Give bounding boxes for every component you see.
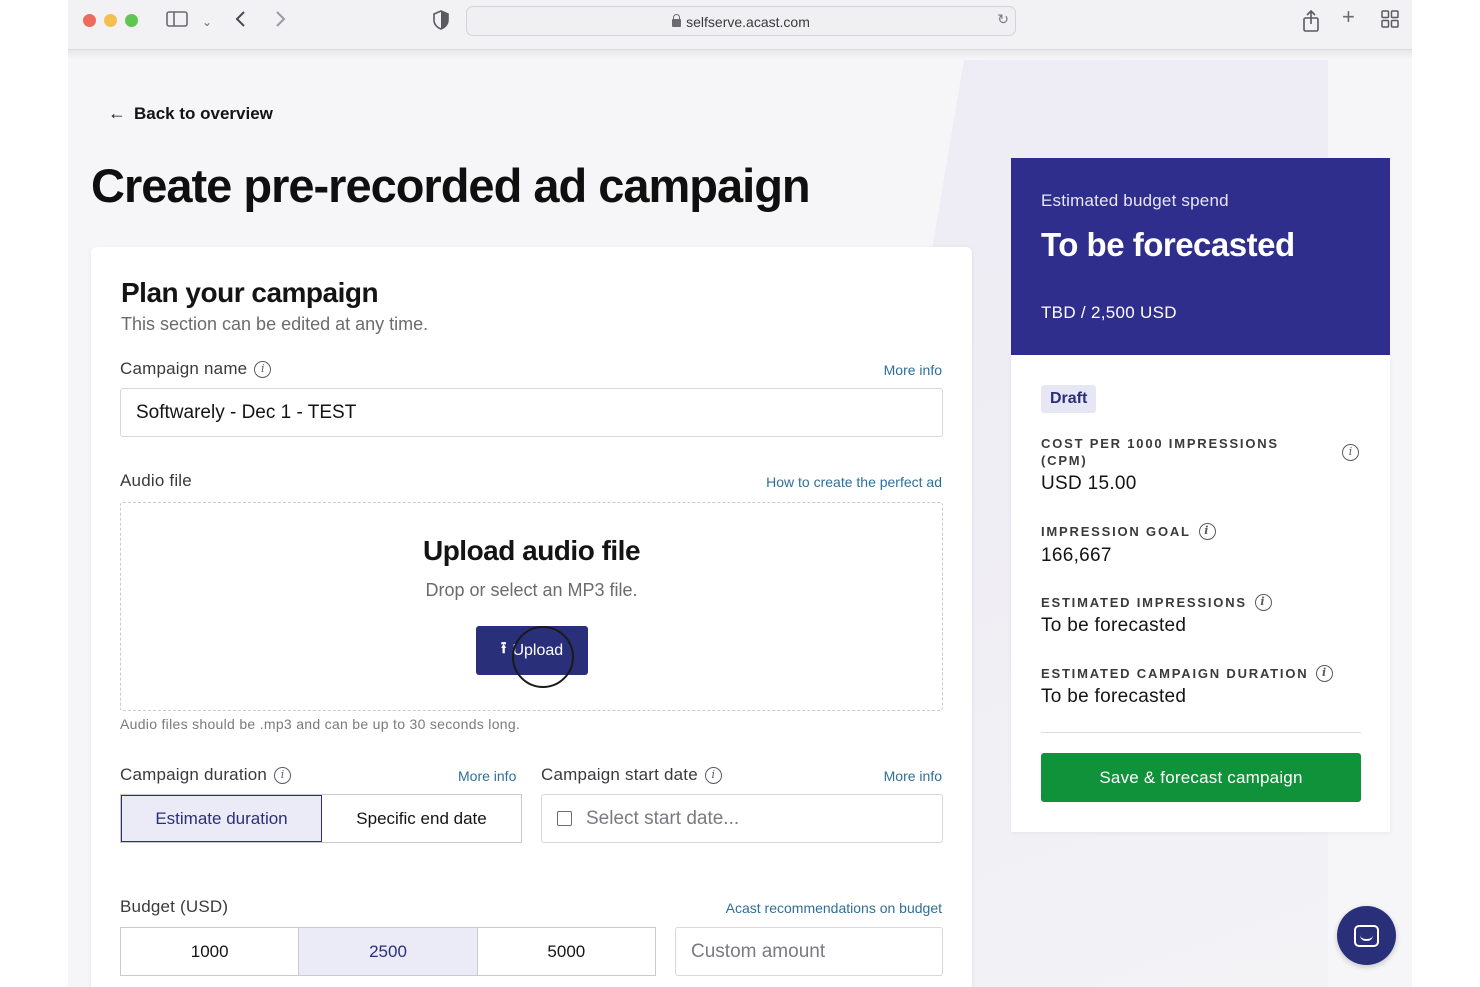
plan-campaign-card: Plan your campaign This section can be e… bbox=[91, 247, 972, 987]
upload-subtitle: Drop or select an MP3 file. bbox=[425, 580, 638, 600]
browser-window: ⌄ selfserve.acast.com ↻ + ← Back to over… bbox=[68, 0, 1412, 987]
budget-option-2500[interactable]: 2500 bbox=[299, 928, 478, 975]
estimated-duration-value: To be forecasted bbox=[1041, 686, 1187, 707]
start-date-label-text: Campaign start date bbox=[541, 765, 698, 784]
upload-icon: ⭱ bbox=[500, 640, 507, 657]
campaign-name-label-text: Campaign name bbox=[120, 359, 248, 378]
divider bbox=[1041, 732, 1361, 733]
upload-title: Upload audio file bbox=[422, 535, 641, 566]
budget-toggle: 1000 2500 5000 bbox=[120, 927, 656, 976]
impression-goal-label: IMPRESSION GOAL i bbox=[1041, 523, 1216, 540]
new-tab-icon[interactable]: + bbox=[1342, 6, 1355, 28]
audio-file-label-text: Audio file bbox=[120, 471, 192, 490]
status-badge: Draft bbox=[1041, 385, 1097, 413]
campaign-name-more-info-link[interactable]: More info bbox=[884, 362, 942, 378]
section-subtitle: This section can be edited at any time. bbox=[121, 314, 429, 334]
budget-label: Budget (USD) bbox=[120, 897, 228, 917]
estimated-duration-label: ESTIMATED CAMPAIGN DURATION i bbox=[1041, 665, 1334, 682]
back-to-overview-link[interactable]: ← Back to overview bbox=[108, 103, 273, 124]
impression-goal-label-text: IMPRESSION GOAL bbox=[1041, 524, 1191, 539]
info-icon[interactable]: i bbox=[704, 766, 722, 784]
start-date-picker[interactable]: Select start date... bbox=[541, 794, 943, 843]
lock-icon bbox=[672, 14, 682, 27]
chat-support-button[interactable] bbox=[1337, 906, 1396, 965]
custom-amount-placeholder: Custom amount bbox=[691, 941, 826, 962]
budget-option-5000[interactable]: 5000 bbox=[477, 928, 655, 975]
start-date-more-info-link[interactable]: More info bbox=[884, 768, 942, 784]
forward-icon[interactable] bbox=[273, 10, 287, 32]
estimated-impressions-label: ESTIMATED IMPRESSIONS i bbox=[1041, 594, 1272, 611]
audio-file-label: Audio file bbox=[120, 471, 192, 491]
page-title: Create pre-recorded ad campaign bbox=[91, 159, 811, 212]
impression-goal-value: 166,667 bbox=[1041, 545, 1112, 566]
back-link-label: Back to overview bbox=[134, 103, 273, 123]
upload-button-label: Upload bbox=[512, 641, 564, 659]
budget-spend-headline: To be forecasted bbox=[1041, 226, 1295, 263]
info-icon[interactable]: i bbox=[1342, 444, 1359, 461]
url-text: selfserve.acast.com bbox=[686, 14, 810, 30]
info-icon[interactable]: i bbox=[274, 766, 292, 784]
start-date-label: Campaign start date i bbox=[541, 765, 722, 785]
duration-toggle: Estimate duration Specific end date bbox=[120, 794, 522, 843]
estimated-impressions-label-text: ESTIMATED IMPRESSIONS bbox=[1041, 595, 1247, 610]
save-forecast-button[interactable]: Save & forecast campaign bbox=[1041, 753, 1361, 802]
address-bar[interactable]: selfserve.acast.com ↻ bbox=[466, 6, 1016, 36]
back-icon[interactable] bbox=[234, 10, 248, 32]
budget-option-1000[interactable]: 1000 bbox=[121, 928, 300, 975]
campaign-duration-label: Campaign duration i bbox=[120, 765, 292, 785]
budget-recommendations-link[interactable]: Acast recommendations on budget bbox=[726, 900, 942, 916]
audio-dropzone[interactable]: Upload audio file Drop or select an MP3 … bbox=[120, 502, 943, 711]
audio-hint: Audio files should be .mp3 and can be up… bbox=[120, 716, 521, 732]
shield-icon[interactable] bbox=[432, 10, 450, 34]
campaign-name-input[interactable]: Softwarely - Dec 1 - TEST bbox=[120, 388, 943, 437]
start-date-placeholder: Select start date... bbox=[586, 808, 740, 829]
budget-label-text: Budget (USD) bbox=[120, 897, 229, 916]
campaign-summary-panel: Draft COST PER 1000 IMPRESSIONS (CPM) i … bbox=[1011, 355, 1390, 832]
estimated-impressions-value: To be forecasted bbox=[1041, 615, 1187, 636]
close-window-button[interactable] bbox=[83, 14, 96, 27]
custom-amount-input[interactable]: Custom amount bbox=[675, 927, 943, 976]
budget-summary-header: Estimated budget spend To be forecasted … bbox=[1011, 158, 1390, 355]
sidebar-icon[interactable] bbox=[166, 10, 188, 32]
info-icon[interactable]: i bbox=[1254, 594, 1272, 611]
perfect-ad-link[interactable]: How to create the perfect ad bbox=[766, 474, 942, 490]
cpm-label: COST PER 1000 IMPRESSIONS (CPM) bbox=[1041, 436, 1279, 468]
duration-more-info-link[interactable]: More info bbox=[458, 768, 516, 784]
reload-icon[interactable]: ↻ bbox=[997, 11, 1009, 28]
info-icon[interactable]: i bbox=[254, 360, 272, 378]
calendar-icon bbox=[557, 811, 572, 826]
share-icon[interactable] bbox=[1302, 9, 1320, 36]
arrow-left-icon: ← bbox=[108, 103, 126, 123]
estimate-duration-option[interactable]: Estimate duration bbox=[121, 795, 322, 842]
upload-button[interactable]: ⭱ Upload bbox=[476, 626, 588, 675]
tab-grid-icon[interactable] bbox=[1381, 10, 1399, 32]
budget-line: TBD / 2,500 USD bbox=[1041, 303, 1177, 322]
info-icon[interactable]: i bbox=[1316, 665, 1334, 682]
zoom-window-button[interactable] bbox=[125, 14, 138, 27]
chevron-down-icon[interactable]: ⌄ bbox=[202, 12, 212, 32]
specific-end-date-option[interactable]: Specific end date bbox=[322, 795, 521, 842]
info-icon[interactable]: i bbox=[1198, 523, 1216, 540]
minimize-window-button[interactable] bbox=[104, 14, 117, 27]
campaign-duration-label-text: Campaign duration bbox=[120, 765, 268, 784]
chat-icon bbox=[1354, 924, 1379, 947]
campaign-name-label: Campaign name i bbox=[120, 359, 272, 379]
estimated-duration-label-text: ESTIMATED CAMPAIGN DURATION bbox=[1041, 666, 1309, 681]
cpm-value: USD 15.00 bbox=[1041, 473, 1137, 494]
section-title: Plan your campaign bbox=[121, 277, 379, 308]
budget-spend-label: Estimated budget spend bbox=[1041, 191, 1229, 210]
toolbar-shadow bbox=[68, 50, 1412, 60]
browser-toolbar: ⌄ selfserve.acast.com ↻ + bbox=[68, 0, 1412, 50]
